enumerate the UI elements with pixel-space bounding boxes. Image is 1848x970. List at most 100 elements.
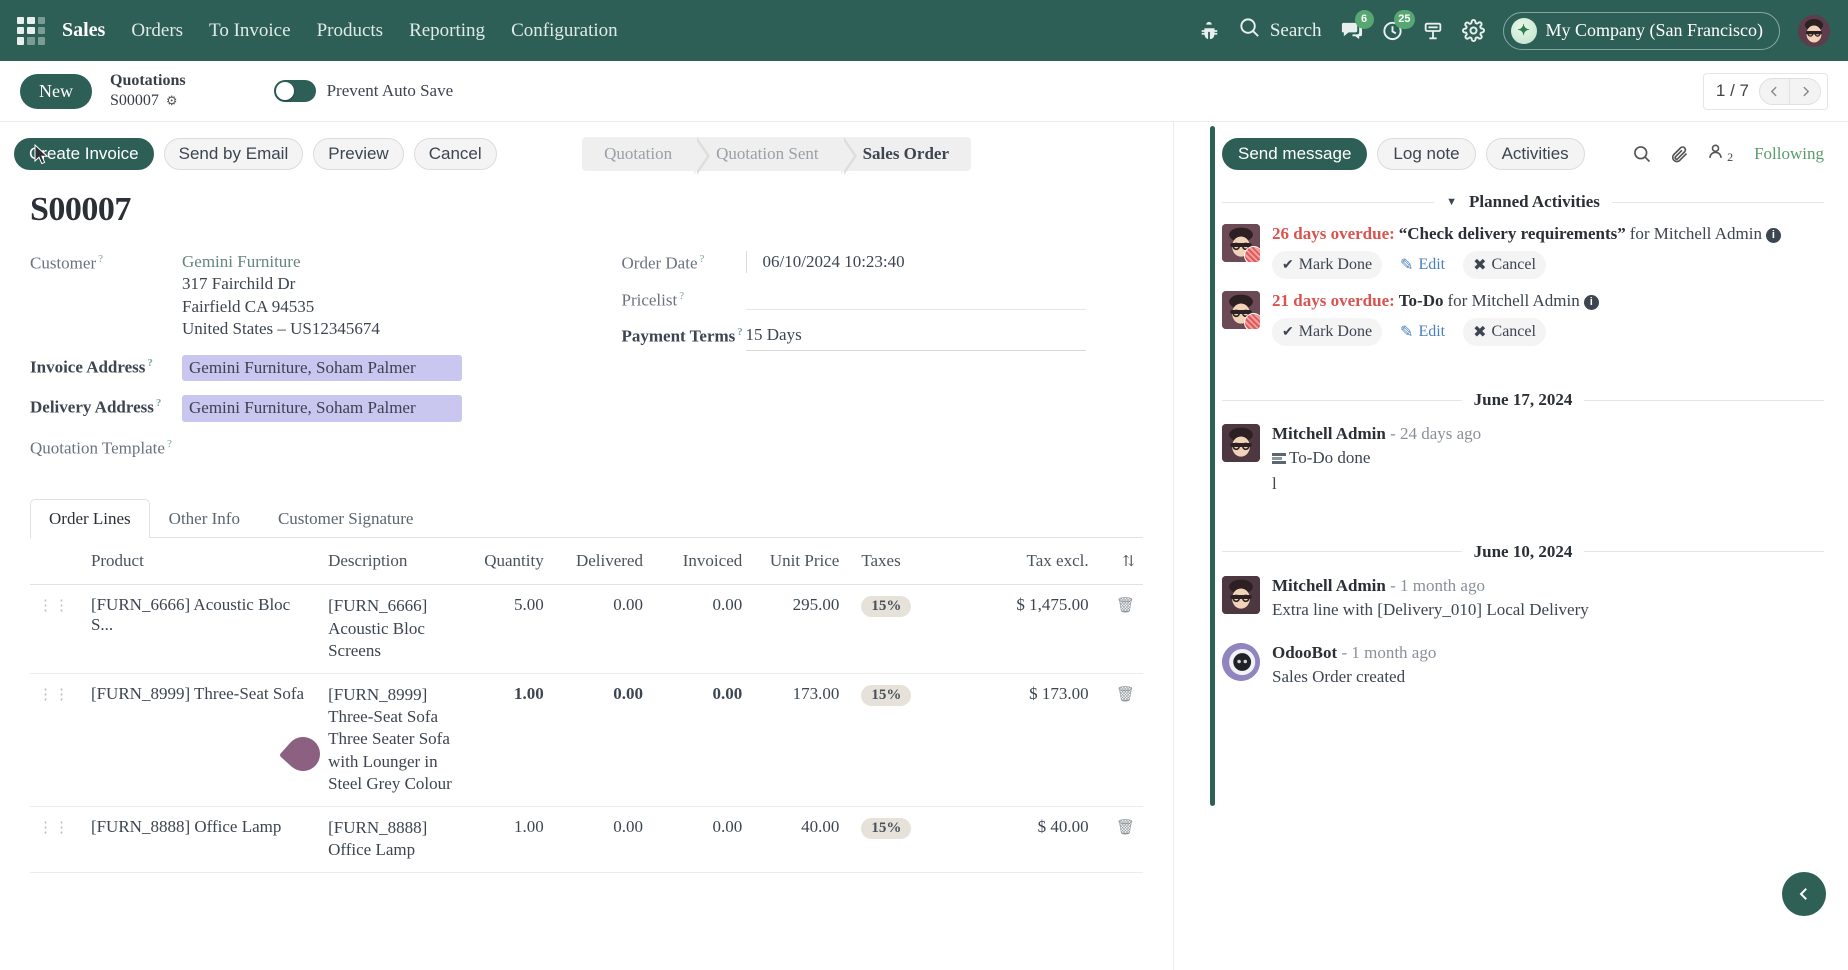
activities-button[interactable]: Activities xyxy=(1485,138,1585,170)
order-date-value[interactable]: 06/10/2024 10:23:40 xyxy=(745,251,1086,274)
cell-delivered[interactable]: 0.00 xyxy=(551,806,651,873)
cell-product[interactable]: [FURN_8888] Office Lamp xyxy=(82,806,321,873)
chat-bubble-icon[interactable]: 6 xyxy=(1340,10,1374,42)
pager-previous-button[interactable] xyxy=(1759,77,1790,105)
tab-other-info[interactable]: Other Info xyxy=(150,499,259,538)
cell-unit-price[interactable]: 40.00 xyxy=(750,806,848,873)
cell-product[interactable]: [FURN_6666] Acoustic Bloc S... xyxy=(82,584,321,674)
edit-activity-button[interactable]: ✎ Edit xyxy=(1390,251,1455,279)
invoice-address-tag[interactable]: Gemini Furniture, Soham Palmer xyxy=(182,354,462,382)
cell-invoiced[interactable]: 0.00 xyxy=(650,806,751,873)
status-step-quotation[interactable]: Quotation xyxy=(582,137,711,175)
cell-unit-price[interactable]: 173.00 xyxy=(750,673,848,807)
cell-unit-price[interactable]: 295.00 xyxy=(750,584,848,674)
cell-quantity[interactable]: 1.00 xyxy=(461,806,552,873)
mail-gateway-icon[interactable] xyxy=(1422,20,1444,42)
pager-next-button[interactable] xyxy=(1790,77,1821,105)
tab-customer-signature[interactable]: Customer Signature xyxy=(259,499,433,538)
cell-invoiced[interactable]: 0.00 xyxy=(650,673,751,807)
caret-down-icon[interactable]: ▼ xyxy=(1446,196,1457,208)
drag-handle-icon[interactable]: ⋮⋮ xyxy=(30,806,83,873)
cell-delivered[interactable]: 0.00 xyxy=(551,673,651,807)
edit-activity-button[interactable]: ✎ Edit xyxy=(1390,318,1455,346)
paperclip-icon[interactable] xyxy=(1669,144,1689,164)
column-options-icon[interactable]: ⇅ xyxy=(1096,538,1143,586)
col-unit-price[interactable]: Unit Price xyxy=(750,538,848,586)
new-record-button[interactable]: New xyxy=(20,73,92,109)
col-tax-excl[interactable]: Tax excl. xyxy=(953,538,1097,586)
search-icon[interactable] xyxy=(1632,144,1652,164)
status-step-sales-order[interactable]: Sales Order xyxy=(840,137,971,171)
search-button[interactable]: Search xyxy=(1238,16,1322,45)
user-avatar[interactable] xyxy=(1798,14,1830,47)
nav-item-reporting[interactable]: Reporting xyxy=(409,20,485,42)
log-note-button[interactable]: Log note xyxy=(1377,138,1476,170)
drag-handle-icon[interactable]: ⋮⋮ xyxy=(30,673,83,807)
nav-item-orders[interactable]: Orders xyxy=(131,20,183,42)
followers-button[interactable]: 2 xyxy=(1706,142,1733,166)
cell-taxes[interactable]: 15% xyxy=(847,806,954,873)
pricelist-value[interactable] xyxy=(745,288,1086,310)
col-invoiced[interactable]: Invoiced xyxy=(650,538,751,586)
nav-item-products[interactable]: Products xyxy=(317,20,384,42)
cell-quantity[interactable]: 1.00 xyxy=(461,673,552,807)
customer-link[interactable]: Gemini Furniture xyxy=(182,251,380,273)
trash-icon[interactable]: 🗑 xyxy=(1096,584,1143,674)
col-product[interactable]: Product xyxy=(82,538,321,586)
gear-icon[interactable] xyxy=(1461,19,1485,42)
mark-done-button[interactable]: ✔ Mark Done xyxy=(1272,318,1383,346)
message-author[interactable]: OdooBot xyxy=(1272,643,1337,662)
status-step-quotation-sent[interactable]: Quotation Sent xyxy=(694,137,858,175)
clock-icon[interactable]: 25 xyxy=(1381,10,1415,42)
cell-quantity[interactable]: 5.00 xyxy=(461,584,552,674)
drag-handle-icon[interactable]: ⋮⋮ xyxy=(30,584,83,674)
tab-order-lines[interactable]: Order Lines xyxy=(30,499,150,539)
collapse-chatter-button[interactable] xyxy=(1782,872,1826,916)
table-row[interactable]: ⋮⋮ [FURN_6666] Acoustic Bloc S... [FURN_… xyxy=(30,584,1143,674)
cell-taxes[interactable]: 15% xyxy=(847,584,954,674)
help-icon[interactable]: ? xyxy=(98,253,103,265)
send-by-email-button[interactable]: Send by Email xyxy=(163,138,304,170)
help-icon[interactable]: ? xyxy=(156,397,162,409)
trash-icon[interactable]: 🗑 xyxy=(1096,673,1143,807)
following-toggle[interactable]: Following xyxy=(1754,144,1824,164)
cell-taxes[interactable]: 15% xyxy=(847,673,954,807)
message-author[interactable]: Mitchell Admin xyxy=(1272,424,1386,443)
bug-icon[interactable] xyxy=(1198,20,1220,42)
nav-item-to-invoice[interactable]: To Invoice xyxy=(209,20,291,42)
col-delivered[interactable]: Delivered xyxy=(551,538,651,586)
info-icon[interactable]: i xyxy=(1765,228,1781,243)
payment-terms-value[interactable]: 15 Days xyxy=(745,324,1086,351)
cell-product[interactable]: [FURN_8999] Three-Seat Sofa xyxy=(82,673,321,807)
col-taxes[interactable]: Taxes xyxy=(847,538,954,586)
cell-description[interactable]: [FURN_8999] Three-Seat Sofa Three Seater… xyxy=(320,673,462,807)
create-invoice-button[interactable]: Create Invoice xyxy=(14,138,154,170)
prevent-auto-save-toggle[interactable] xyxy=(273,80,316,102)
help-icon[interactable]: ? xyxy=(679,290,684,302)
mark-done-button[interactable]: ✔ Mark Done xyxy=(1272,251,1383,279)
table-row[interactable]: ⋮⋮ [FURN_8888] Office Lamp [FURN_8888] O… xyxy=(30,806,1143,873)
help-icon[interactable]: ? xyxy=(700,253,705,265)
trash-icon[interactable]: 🗑 xyxy=(1096,806,1143,873)
app-brand-sales[interactable]: Sales xyxy=(62,19,105,42)
help-icon[interactable]: ? xyxy=(737,326,743,338)
breadcrumb-parent[interactable]: Quotations xyxy=(110,71,186,91)
send-message-button[interactable]: Send message xyxy=(1222,138,1368,170)
help-icon[interactable]: ? xyxy=(167,438,172,450)
cell-invoiced[interactable]: 0.00 xyxy=(650,584,751,674)
table-row[interactable]: ⋮⋮ [FURN_8999] Three-Seat Sofa [FURN_899… xyxy=(30,673,1143,807)
cancel-activity-button[interactable]: ✖ Cancel xyxy=(1463,318,1546,346)
nav-item-configuration[interactable]: Configuration xyxy=(511,20,618,42)
info-icon[interactable]: i xyxy=(1583,295,1599,310)
cancel-button[interactable]: Cancel xyxy=(413,138,497,170)
col-quantity[interactable]: Quantity xyxy=(461,538,552,586)
message-author[interactable]: Mitchell Admin xyxy=(1272,576,1386,595)
record-gear-icon[interactable]: ⚙ xyxy=(166,93,178,109)
preview-button[interactable]: Preview xyxy=(313,138,404,170)
cancel-activity-button[interactable]: ✖ Cancel xyxy=(1463,251,1546,279)
cell-description[interactable]: [FURN_6666] Acoustic Bloc Screens xyxy=(320,584,462,674)
company-switcher[interactable]: ✦ My Company (San Francisco) xyxy=(1502,11,1780,50)
delivery-address-tag[interactable]: Gemini Furniture, Soham Palmer xyxy=(182,395,462,422)
cell-delivered[interactable]: 0.00 xyxy=(551,584,651,674)
col-description[interactable]: Description xyxy=(320,538,462,586)
